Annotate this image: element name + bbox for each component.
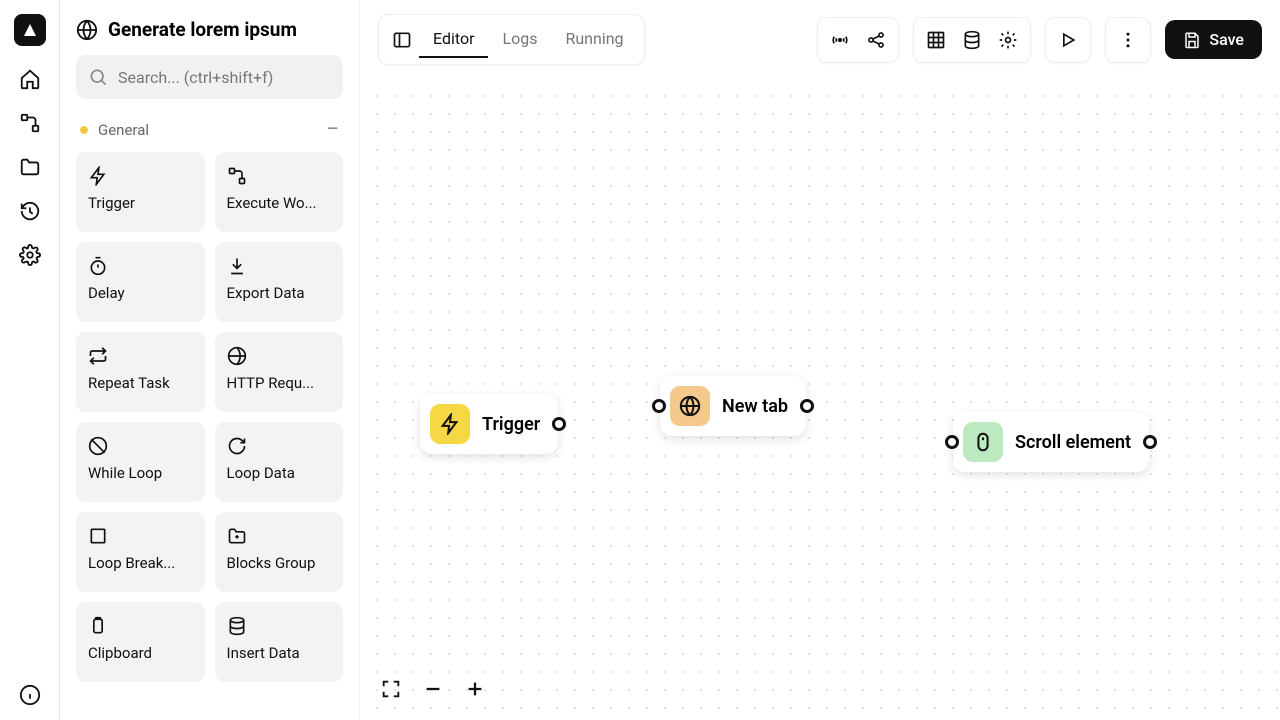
search-placeholder: Search... (ctrl+shift+f) xyxy=(118,68,273,87)
port-out[interactable] xyxy=(800,399,814,413)
download-icon xyxy=(227,256,332,276)
globe-icon xyxy=(670,386,710,426)
plus-icon[interactable] xyxy=(462,676,488,702)
category-general[interactable]: General − xyxy=(80,117,339,142)
block-loop-breakpoint[interactable]: Loop Break... xyxy=(76,512,205,592)
block-blocks-group[interactable]: Blocks Group xyxy=(215,512,344,592)
wires xyxy=(360,79,660,229)
save-label: Save xyxy=(1209,30,1244,49)
zoom-controls xyxy=(378,676,488,702)
globe-icon xyxy=(227,346,332,366)
port-out[interactable] xyxy=(1143,435,1157,449)
save-button[interactable]: Save xyxy=(1165,20,1262,59)
info-icon[interactable] xyxy=(19,684,41,706)
play-icon[interactable] xyxy=(1050,22,1086,58)
broadcast-icon[interactable] xyxy=(822,22,858,58)
refresh-icon xyxy=(227,436,332,456)
main: Editor Logs Running Save xyxy=(360,0,1280,720)
tab-editor[interactable]: Editor xyxy=(419,21,488,58)
clipboard-icon xyxy=(88,616,193,636)
block-http-request[interactable]: HTTP Requ... xyxy=(215,332,344,412)
block-insert-data[interactable]: Insert Data xyxy=(215,602,344,682)
topbar-more xyxy=(1105,17,1151,63)
node-label: Scroll element xyxy=(1015,432,1131,453)
node-scroll-element[interactable]: Scroll element xyxy=(953,412,1149,472)
node-label: New tab xyxy=(722,396,788,417)
folder-plus-icon xyxy=(227,526,332,546)
block-trigger[interactable]: Trigger xyxy=(76,152,205,232)
history-icon[interactable] xyxy=(19,200,41,222)
block-loop-data[interactable]: Loop Data xyxy=(215,422,344,502)
mouse-icon xyxy=(963,422,1003,462)
square-icon xyxy=(88,526,193,546)
port-in[interactable] xyxy=(945,435,959,449)
collapse-icon[interactable]: − xyxy=(326,117,339,142)
category-label: General xyxy=(98,121,149,139)
topbar-group-share xyxy=(817,17,899,63)
fullscreen-icon[interactable] xyxy=(378,676,404,702)
timer-icon xyxy=(88,256,193,276)
search-icon xyxy=(88,67,108,87)
canvas[interactable]: Trigger New tab Scroll element xyxy=(360,79,1280,720)
topbar: Editor Logs Running Save xyxy=(360,0,1280,79)
folder-icon[interactable] xyxy=(19,156,41,178)
globe-icon xyxy=(76,19,98,41)
tabs: Editor Logs Running xyxy=(378,14,645,65)
node-label: Trigger xyxy=(482,414,540,435)
database-icon xyxy=(227,616,332,636)
sidebar: Generate lorem ipsum Search... (ctrl+shi… xyxy=(60,0,360,720)
block-export-data[interactable]: Export Data xyxy=(215,242,344,322)
block-repeat-task[interactable]: Repeat Task xyxy=(76,332,205,412)
lightning-icon xyxy=(430,404,470,444)
block-clipboard[interactable]: Clipboard xyxy=(76,602,205,682)
dot-icon xyxy=(80,126,88,134)
lightning-icon xyxy=(88,166,193,186)
database-icon[interactable] xyxy=(954,22,990,58)
workflow-title: Generate lorem ipsum xyxy=(76,18,343,41)
block-while-loop[interactable]: While Loop xyxy=(76,422,205,502)
port-in[interactable] xyxy=(652,399,666,413)
tab-running[interactable]: Running xyxy=(551,21,637,58)
topbar-group-data xyxy=(913,17,1031,63)
blocks-grid: Trigger Execute Wo... Delay Export Data … xyxy=(76,152,343,682)
gear-icon[interactable] xyxy=(990,22,1026,58)
app-logo[interactable] xyxy=(14,14,46,46)
minus-icon[interactable] xyxy=(420,676,446,702)
repeat-icon xyxy=(88,346,193,366)
tab-logs[interactable]: Logs xyxy=(488,21,551,58)
loop-icon xyxy=(88,436,193,456)
app-leftbar xyxy=(0,0,60,720)
more-vert-icon[interactable] xyxy=(1110,22,1146,58)
topbar-play xyxy=(1045,17,1091,63)
workflow-icon xyxy=(227,166,332,186)
save-icon xyxy=(1183,31,1201,49)
search-input[interactable]: Search... (ctrl+shift+f) xyxy=(76,55,343,99)
workflow-title-text: Generate lorem ipsum xyxy=(108,18,297,41)
node-trigger[interactable]: Trigger xyxy=(420,394,558,454)
grid-icon[interactable] xyxy=(918,22,954,58)
gear-icon[interactable] xyxy=(19,244,41,266)
node-new-tab[interactable]: New tab xyxy=(660,376,806,436)
block-execute-workflow[interactable]: Execute Wo... xyxy=(215,152,344,232)
block-delay[interactable]: Delay xyxy=(76,242,205,322)
panel-left-icon[interactable] xyxy=(385,23,419,57)
home-icon[interactable] xyxy=(19,68,41,90)
workflow-icon[interactable] xyxy=(19,112,41,134)
share-icon[interactable] xyxy=(858,22,894,58)
port-out[interactable] xyxy=(552,417,566,431)
